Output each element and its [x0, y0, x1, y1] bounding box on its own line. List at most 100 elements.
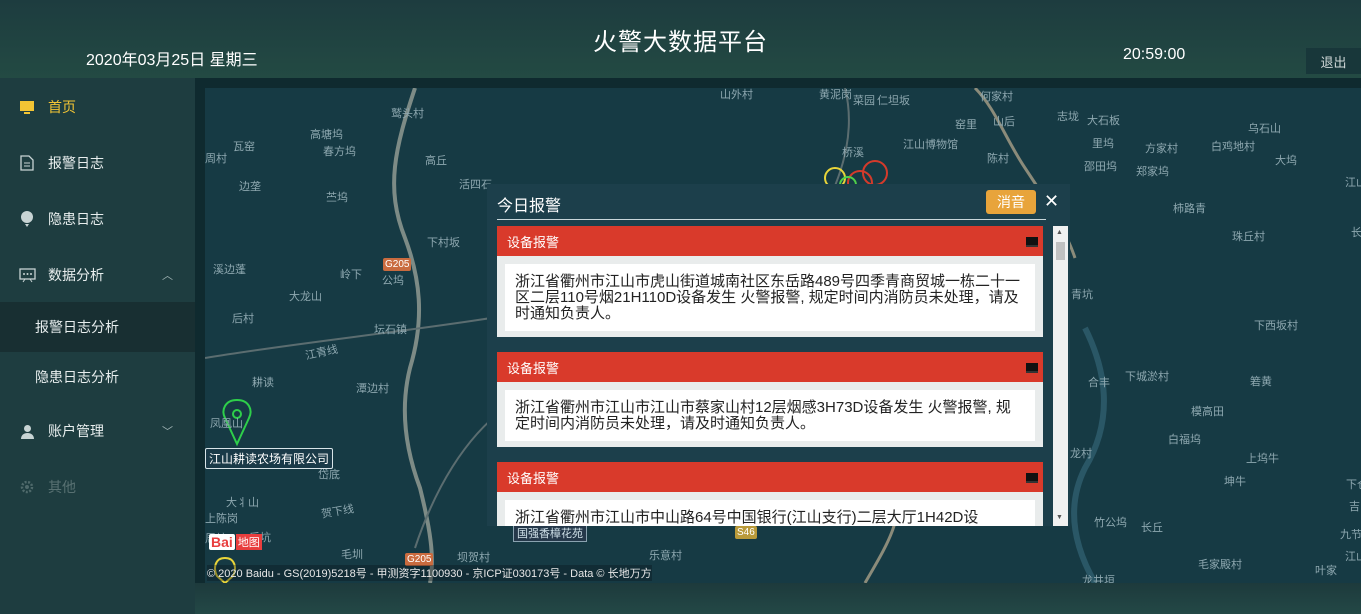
map-place-label: 坤牛 [1224, 476, 1246, 488]
map-place-label: 江山市 [1345, 551, 1361, 563]
alarm-card-header: 设备报警 [497, 352, 1043, 382]
alarm-type: 设备报警 [507, 360, 560, 376]
header-time: 20:59:00 [1123, 46, 1186, 63]
map-place-label: 大龙山 [289, 291, 322, 303]
map-place-label: 鹫头村 [391, 108, 424, 120]
map-place-label: 长坑 [1351, 227, 1361, 239]
alarm-card: 设备报警 浙江省衢州市江山市虎山街道城南社区东岳路489号四季青商贸城一栋二十一… [497, 226, 1043, 337]
map-place-label: 青坑 [1071, 289, 1093, 301]
map-place-label: 乌石山 [1248, 123, 1281, 135]
map-place-label: 黄泥岗 [819, 89, 852, 101]
map-place-label: 上陈岗 [205, 513, 238, 525]
map-place-label: 溪边蓬 [213, 264, 246, 276]
map-place-label: 柿路青 [1173, 203, 1206, 215]
sidebar-subitem-hazard-analysis[interactable]: 隐患日志分析 [0, 352, 195, 402]
map-place-label: 长丘 [1141, 522, 1163, 534]
sidebar-item-label: 数据分析 [48, 267, 104, 283]
alarm-card-header: 设备报警 [497, 462, 1043, 492]
user-icon [18, 422, 36, 440]
sidebar-item-label: 首页 [48, 99, 76, 115]
sidebar-item-home[interactable]: 首页 [0, 82, 195, 132]
monitor-icon [1026, 363, 1038, 373]
road-tag: S46 [735, 526, 757, 539]
footer-strip [195, 583, 1361, 614]
map-place-label: 仁坦坂 [877, 95, 910, 107]
map-place-label: 潭边村 [356, 383, 389, 395]
map-place-label: 大石板 [1087, 115, 1120, 127]
map-place-label: 山后 [993, 116, 1015, 128]
logout-button[interactable]: 退出 [1306, 48, 1361, 74]
map-place-label: 九节 [1340, 529, 1361, 541]
map-place-label: 毛圳 [341, 549, 363, 561]
sidebar-item-data-analysis[interactable]: 数据分析 ︿ [0, 250, 195, 300]
map-place-label: 高丘 [425, 155, 447, 167]
map-place-label: 方家村 [1145, 143, 1178, 155]
map-place-label: 菜园 [853, 95, 875, 107]
baidu-map-logo: Bai 地图 [209, 534, 262, 550]
dialog-title: 今日报警 [497, 198, 562, 215]
sidebar-item-other[interactable]: 其他 [0, 462, 195, 512]
alarm-card: 设备报警 浙江省衢州市江山市中山路64号中国银行(江山支行)二层大厅1H42D设 [497, 462, 1043, 526]
map-place-label: 模高田 [1191, 406, 1224, 418]
map-place-label: 里坞 [1092, 138, 1114, 150]
mute-button[interactable]: 消音 [986, 190, 1036, 214]
map-place-label: 下西坂村 [1254, 320, 1298, 332]
chart-board-icon [18, 266, 36, 284]
alarm-type: 设备报警 [507, 470, 560, 486]
monitor-icon [18, 98, 36, 116]
map-place-label: 窑里 [955, 119, 977, 131]
balloon-icon [18, 210, 36, 228]
map-place-label: 周村 [205, 153, 227, 165]
sidebar-item-label: 其他 [48, 479, 76, 495]
map-place-label: 苎坞 [326, 192, 348, 204]
alarm-type: 设备报警 [507, 234, 560, 250]
sidebar-item-account[interactable]: 账户管理 ﹀ [0, 406, 195, 456]
sidebar-item-label: 账户管理 [48, 423, 104, 439]
alarm-list[interactable]: 设备报警 浙江省衢州市江山市虎山街道城南社区东岳路489号四季青商贸城一栋二十一… [497, 226, 1043, 526]
sidebar-subitem-alarm-analysis[interactable]: 报警日志分析 [0, 302, 195, 352]
map-poi-label: 国强香樟花苑 [513, 524, 587, 542]
scrollbar-thumb[interactable] [1056, 242, 1065, 260]
map-place-label: 坝贺村 [457, 552, 490, 564]
map-place-label: 叶家 [1315, 565, 1337, 577]
map-place-label: 龙村 [1070, 448, 1092, 460]
document-icon [18, 154, 36, 172]
alarm-card-header: 设备报警 [497, 226, 1043, 256]
map-place-label: 山外村 [720, 89, 753, 101]
scroll-down-icon[interactable]: ▼ [1056, 514, 1063, 521]
close-icon[interactable]: ✕ [1044, 191, 1059, 211]
alarm-message: 浙江省衢州市江山市江山市蔡家山村12层烟感3H73D设备发生 火警报警, 规定时… [505, 390, 1035, 441]
today-alarm-dialog: 今日报警 消音 ✕ 设备报警 浙江省衢州市江山市虎山街道城南社区东岳路489号四… [487, 184, 1070, 526]
map-place-label: 高塘坞 [310, 129, 343, 141]
map-place-label: 箬黄 [1250, 376, 1272, 388]
sidebar-item-label: 隐患日志分析 [35, 369, 119, 385]
map-place-label: 白福坞 [1168, 434, 1201, 446]
sidebar-item-hazard-log[interactable]: 隐患日志 [0, 194, 195, 244]
map-marker-label[interactable]: 江山耕读农场有限公司 [205, 448, 334, 469]
map-place-label: 合丰 [1088, 377, 1110, 389]
map-place-label: 毛家殿村 [1198, 559, 1242, 571]
map-place-label: 江山 [1345, 177, 1361, 189]
sidebar-item-label: 报警日志分析 [35, 319, 119, 335]
map-place-label: 春方坞 [323, 146, 356, 158]
sidebar: 首页 报警日志 隐患日志 数据分析 ︿ 报警日志分析 隐患日志分析 账户管理 ﹀ [0, 78, 195, 614]
alarm-message: 浙江省衢州市江山市中山路64号中国银行(江山支行)二层大厅1H42D设 [505, 500, 1035, 526]
map-place-label: 下村坂 [427, 237, 460, 249]
map-place-label: 何家村 [980, 91, 1013, 103]
map-place-label: 瓦窑 [233, 141, 255, 153]
map-copyright: © 2020 Baidu - GS(2019)5218号 - 甲测资字11009… [207, 565, 652, 581]
scroll-up-icon[interactable]: ▲ [1056, 229, 1063, 236]
map-place-label: 吉巾 [1349, 501, 1361, 513]
road-tag: G205 [383, 258, 412, 271]
map-place-label: 竹公坞 [1094, 517, 1127, 529]
map-place-label: 后村 [232, 313, 254, 325]
scrollbar[interactable]: ▲ ▼ [1053, 226, 1068, 526]
map-place-label: 郑家坞 [1136, 166, 1169, 178]
sidebar-item-alarm-log[interactable]: 报警日志 [0, 138, 195, 188]
map-place-label: 邵田坞 [1084, 161, 1117, 173]
top-header: 2020年03月25日 星期三 火警大数据平台 20:59:00 退出 [0, 0, 1361, 78]
map-place-label: 岭下 [340, 269, 362, 281]
monitor-icon [1026, 473, 1038, 483]
map-place-label: 乐意村 [649, 550, 682, 562]
alarm-card: 设备报警 浙江省衢州市江山市江山市蔡家山村12层烟感3H73D设备发生 火警报警… [497, 352, 1043, 447]
